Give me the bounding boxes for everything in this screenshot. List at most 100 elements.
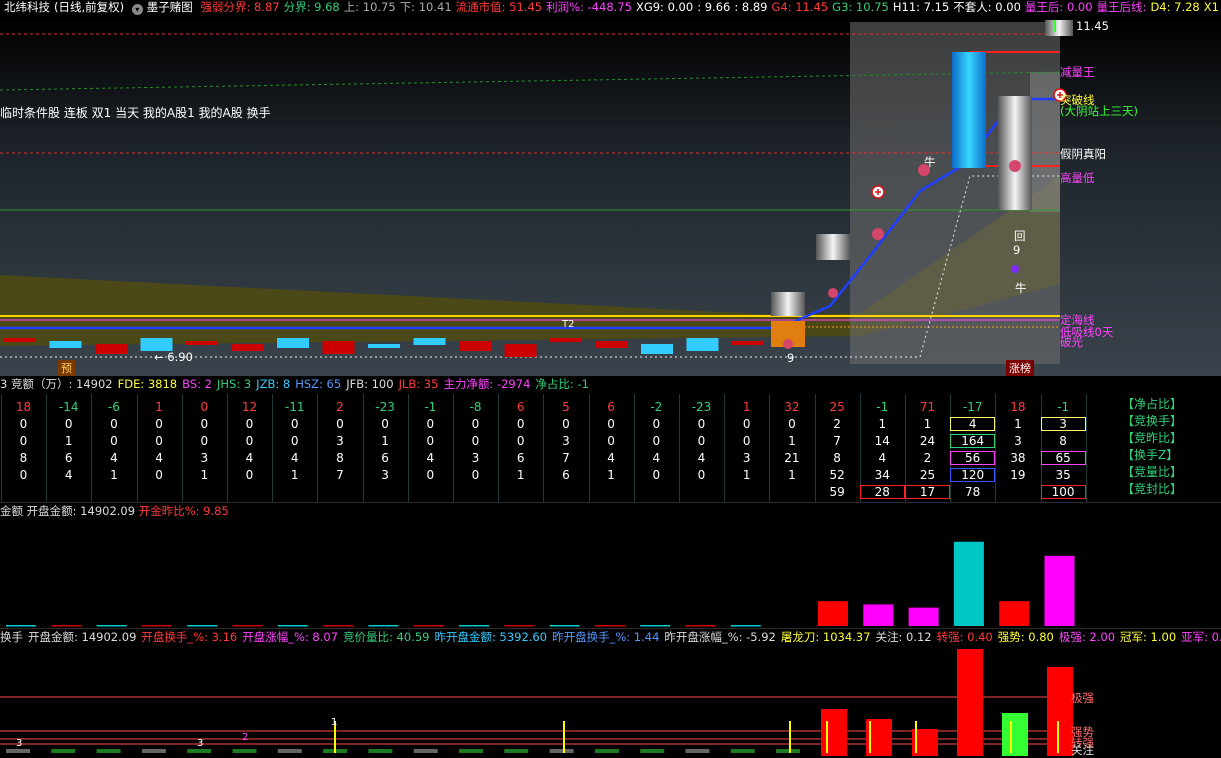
grid-cell: 7 — [336, 468, 344, 482]
amount-bar-1 — [863, 604, 894, 626]
stock-name[interactable]: 北纬科技 — [4, 0, 50, 14]
niu-label-2: 牛 — [1015, 281, 1027, 295]
indicator-6: XG9: 0.00 — [635, 0, 694, 14]
stat-9: 净占比: -1 — [535, 377, 589, 391]
grid-cell: 6 — [381, 451, 389, 465]
turnover-bar-small-13 — [594, 749, 619, 753]
grid-cell: 4 — [697, 451, 706, 465]
turnover-bar-small-17 — [776, 749, 801, 753]
stat-5: HSZ: 65 — [295, 377, 342, 391]
grid-cell: 0 — [200, 400, 209, 414]
chart-mode: (日线,前复权) — [54, 0, 125, 14]
grid-cell: 3 — [562, 434, 570, 448]
grid-cell: 25 — [829, 400, 845, 414]
grid-cell: 3 — [1040, 417, 1086, 431]
grid-cell: 4 — [607, 451, 615, 465]
grid-cell: 1 — [788, 468, 796, 482]
grid-cell: 17 — [905, 485, 950, 499]
candle-big-blue — [952, 52, 986, 168]
turnover-stat-11: 强势: 0.80 — [997, 630, 1054, 644]
grid-cell: 1 — [1014, 417, 1022, 431]
pre-badge: 预 — [58, 360, 75, 376]
turnover-stat-3: 开盘涨幅_%: 8.07 — [242, 630, 339, 644]
grid-cell: 2 — [923, 451, 932, 465]
grid-cell: -17 — [962, 400, 983, 414]
grid-cell: 0 — [426, 417, 435, 431]
amount-bar-small-16 — [730, 625, 761, 627]
turnover-bar-5 — [1047, 667, 1073, 756]
chevron-down-icon[interactable]: ▾ — [131, 4, 143, 15]
turnover-stat-13: 冠军: 1.00 — [1120, 630, 1177, 644]
small-label-three2: 3 — [197, 738, 204, 749]
legend-item-1: 【竞换手】 — [1122, 414, 1183, 428]
kline-canvas — [0, 20, 1073, 364]
amount-bar-small-7 — [323, 625, 354, 627]
amount-bar-small-1 — [51, 625, 82, 627]
candle-1 — [49, 341, 82, 348]
candle-4 — [186, 341, 218, 345]
grid-cell: -23 — [375, 400, 395, 414]
indicator-11: H11: 7.15 — [892, 0, 950, 14]
auction-stats-bar: 3 竞额（万）: 14902 FDE: 3818 BS: 2 JHS: 3 JZB: 8… — [0, 376, 1221, 392]
grid-cell: 0 — [155, 434, 163, 448]
level-label-0: 极强 — [1071, 691, 1094, 705]
turnover-bar-small-11 — [504, 749, 529, 753]
nine-label-1: 9 — [1013, 243, 1021, 257]
legend-item-3: 【换手Z】 — [1122, 448, 1179, 462]
grid-cell: -11 — [284, 400, 305, 414]
grid-cell: 1 — [788, 434, 796, 448]
candle-12 — [550, 338, 582, 342]
indicator-15: D4: 7.28 — [1150, 0, 1200, 14]
grid-cell: 2 — [833, 417, 841, 431]
grid-cell: -23 — [691, 400, 712, 414]
formula-name[interactable]: 墨子赌图 — [147, 0, 193, 14]
candle-8 — [368, 344, 400, 348]
amount-panel-label: 金额 开盘金额: 14902.09 开金昨比%: 9.85 — [0, 503, 229, 519]
turnover-stat-6: 昨开盘换手_%: 1.44 — [552, 630, 660, 644]
candle-big-white — [998, 96, 1032, 210]
signal-label-7: 破光 — [1060, 335, 1083, 349]
price-top-label: 11.45 — [1076, 19, 1109, 33]
candle-16 — [732, 341, 764, 345]
amount-bar-2 — [908, 607, 939, 626]
candle-7 — [322, 341, 355, 354]
grid-cell: 0 — [516, 434, 525, 448]
grid-cell: 6 — [64, 451, 73, 465]
grid-cell: 4 — [110, 451, 118, 465]
grid-cell: 0 — [19, 417, 28, 431]
turnover-stat-10: 转强: 0.40 — [936, 630, 993, 644]
turnover-bars-panel — [0, 649, 1073, 756]
legend-item-2: 【竞昨比】 — [1122, 431, 1183, 445]
grid-cell: 1 — [64, 434, 73, 448]
candle-5 — [231, 344, 264, 351]
stat-4: JZB: 8 — [256, 377, 291, 391]
turnover-bar-small-12 — [549, 749, 574, 753]
main-kline-chart[interactable]: 临时条件股 连板 双1 当天 我的A股1 我的A股 换手 11.45 ← 6.9… — [0, 16, 1221, 376]
stat-3: JHS: 3 — [216, 377, 252, 391]
grid-cell: 12 — [241, 400, 258, 414]
amount-bar-small-14 — [640, 625, 671, 627]
amount-bar-small-15 — [685, 625, 716, 627]
turnover-stat-4: 竞价量比: 40.59 — [343, 630, 430, 644]
indicator-7: : 9.66 — [697, 0, 731, 14]
small-label-two: 2 — [242, 732, 249, 743]
grid-cell: 100 — [1040, 485, 1086, 499]
grid-cell: 0 — [652, 434, 661, 448]
turnover-bar-small-0 — [6, 749, 30, 753]
turnover-bar-4 — [1002, 713, 1028, 756]
grid-cell: 1 — [290, 468, 299, 482]
grid-cell: 0 — [245, 468, 254, 482]
turnover-bar-3 — [957, 649, 983, 756]
grid-cell: 14 — [874, 434, 890, 448]
candle-0 — [4, 338, 36, 342]
grid-cell: 1 — [607, 468, 615, 482]
grid-cell: 1 — [742, 400, 751, 414]
panel2-prefix: 金额 — [0, 504, 23, 518]
turnover-bar-0 — [821, 709, 847, 756]
grid-cell: 7 — [833, 434, 841, 448]
grid-cell: 1 — [516, 468, 525, 482]
grid-cell: 1 — [200, 468, 209, 482]
grid-cell: 78 — [965, 485, 981, 499]
grid-cell: 35 — [1055, 468, 1071, 482]
candle-13 — [595, 341, 628, 348]
